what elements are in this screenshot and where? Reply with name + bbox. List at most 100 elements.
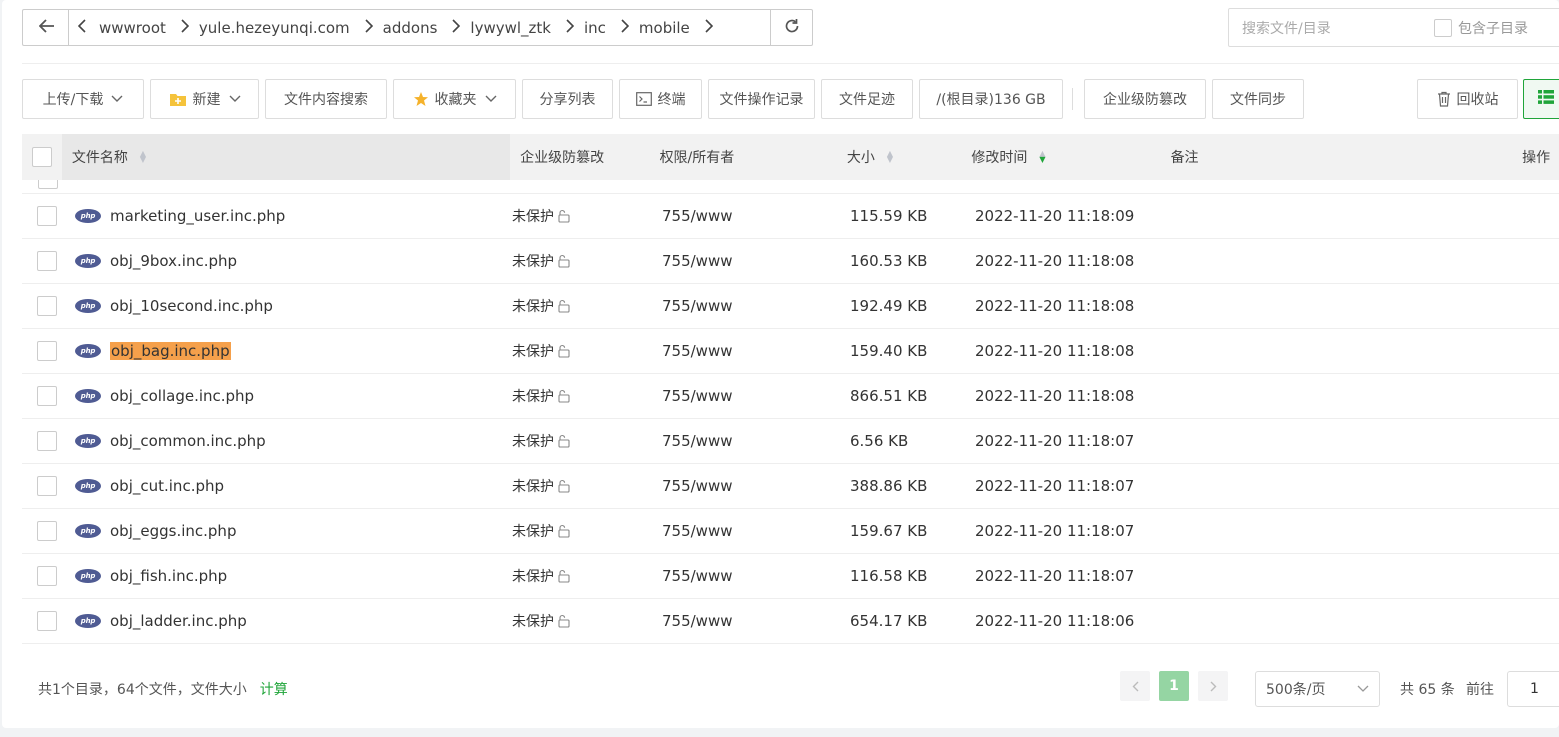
sort-desc-icon[interactable]: ▲ ▼ [1039,150,1045,164]
share-list-button[interactable]: 分享列表 [522,79,613,119]
file-name-cell[interactable]: php obj_collage.inc.php [72,387,512,405]
file-name-cell[interactable]: php obj_cut.inc.php [72,477,512,495]
row-checkbox[interactable] [37,341,57,361]
table-row[interactable]: php obj_ladder.inc.php 未保护 755/www 654.17 KB… [22,599,1559,644]
file-name[interactable]: obj_bag.inc.php [110,342,231,360]
sync-button[interactable]: 文件同步 [1212,79,1304,119]
protect-status[interactable]: 未保护 [512,386,662,406]
upload-download-button[interactable]: 上传/下载 [22,79,144,119]
permission-owner[interactable]: 755/www [662,297,850,315]
row-checkbox[interactable] [37,611,57,631]
search-input[interactable]: 搜索文件/目录 包含子目录 [1228,8,1559,47]
table-row[interactable]: php obj_eggs.inc.php 未保护 755/www 159.67 KB 20… [22,509,1559,554]
include-subdir-checkbox[interactable] [1434,18,1452,37]
breadcrumb-item[interactable]: addons [379,19,467,37]
file-name[interactable]: obj_common.inc.php [110,432,266,450]
footprint-button[interactable]: 文件足迹 [821,79,913,119]
row-checkbox[interactable] [37,296,57,316]
breadcrumb-item[interactable]: wwwroot [95,19,195,37]
protect-status[interactable]: 未保护 [512,476,662,496]
prev-page-button[interactable] [1120,671,1150,701]
file-name-cell[interactable]: php obj_ladder.inc.php [72,612,512,630]
file-name[interactable]: obj_collage.inc.php [110,387,254,405]
row-checkbox[interactable] [38,180,58,189]
page-number-button[interactable]: 1 [1159,671,1189,701]
list-view-button[interactable] [1523,79,1559,119]
recycle-bin-button[interactable]: 回收站 [1417,79,1518,119]
permission-owner[interactable]: 755/www [662,477,850,495]
select-all-checkbox[interactable] [31,147,52,167]
sort-icon[interactable]: ▲ ▼ [140,150,146,164]
file-name[interactable]: obj_10second.inc.php [110,297,273,315]
sort-icon[interactable]: ▲ ▼ [887,150,893,164]
header-mtime[interactable]: 修改时间 ▲ ▼ [971,147,1170,167]
row-checkbox[interactable] [37,476,57,496]
calc-size-link[interactable]: 计算 [260,679,288,699]
file-name-cell[interactable]: php obj_eggs.inc.php [72,522,512,540]
permission-owner[interactable]: 755/www [662,387,850,405]
breadcrumb-item[interactable]: inc [580,19,635,37]
permission-owner[interactable]: 755/www [662,342,850,360]
back-button[interactable] [22,9,70,46]
file-name[interactable]: obj_9box.inc.php [110,252,237,270]
breadcrumb-item[interactable]: lywywl_ztk [466,19,580,37]
next-page-button[interactable] [1198,671,1228,701]
file-name[interactable]: marketing_user.inc.php [110,207,285,225]
chevron-left-icon[interactable] [69,18,95,37]
breadcrumb-item[interactable]: mobile [635,19,719,37]
permission-owner[interactable]: 755/www [662,432,850,450]
file-name-cell[interactable]: php marketing_user.inc.php [72,207,512,225]
file-name-cell[interactable]: php obj_9box.inc.php [72,252,512,270]
protect-status[interactable]: 未保护 [512,206,662,226]
permission-owner[interactable]: 755/www [662,522,850,540]
file-name-cell[interactable]: php obj_fish.inc.php [72,567,512,585]
breadcrumb[interactable]: wwwroot yule.hezeyunqi.com addons lywywl_zt… [68,9,771,46]
file-name[interactable]: obj_fish.inc.php [110,567,227,585]
protect-status[interactable]: 未保护 [512,296,662,316]
op-log-button[interactable]: 文件操作记录 [708,79,815,119]
goto-page-input[interactable]: 1 [1507,671,1559,707]
table-row[interactable]: php marketing_user.inc.php 未保护 755/www 115.5… [22,194,1559,239]
protect-status[interactable]: 未保护 [512,251,662,271]
row-checkbox[interactable] [37,521,57,541]
file-name[interactable]: obj_eggs.inc.php [110,522,236,540]
row-checkbox[interactable] [37,386,57,406]
terminal-button[interactable]: 终端 [619,79,702,119]
table-row[interactable]: php obj_common.inc.php 未保护 755/www 6.56 KB 20… [22,419,1559,464]
page-size-select[interactable]: 500条/页 [1255,671,1380,707]
protect-status[interactable]: 未保护 [512,341,662,361]
row-checkbox[interactable] [37,251,57,271]
row-checkbox[interactable] [37,566,57,586]
table-row[interactable]: php obj_collage.inc.php 未保护 755/www 866.51 K… [22,374,1559,419]
permission-owner[interactable]: 755/www [662,252,850,270]
table-row[interactable]: php obj_10second.inc.php 未保护 755/www 192.49 … [22,284,1559,329]
header-name[interactable]: 文件名称 ▲ ▼ [61,134,511,180]
disk-button[interactable]: /(根目录)136 GB [919,79,1063,119]
table-row[interactable]: php obj_fish.inc.php 未保护 755/www 116.58 KB 20… [22,554,1559,599]
protect-status[interactable]: 未保护 [512,431,662,451]
file-name-cell[interactable]: php obj_bag.inc.php [72,342,512,360]
new-button[interactable]: 新建 [150,79,259,119]
tamper-button[interactable]: 企业级防篡改 [1084,79,1206,119]
row-checkbox[interactable] [37,431,57,451]
row-checkbox[interactable] [37,206,57,226]
file-name-cell[interactable]: php obj_common.inc.php [72,432,512,450]
php-file-icon: php [75,389,101,403]
permission-owner[interactable]: 755/www [662,207,850,225]
protect-status[interactable]: 未保护 [512,521,662,541]
permission-owner[interactable]: 755/www [662,612,850,630]
refresh-button[interactable] [770,9,813,46]
favorites-button[interactable]: 收藏夹 [393,79,516,119]
file-name[interactable]: obj_ladder.inc.php [110,612,247,630]
protect-status[interactable]: 未保护 [512,566,662,586]
table-row[interactable]: php obj_bag.inc.php 未保护 755/www 159.40 KB 202… [22,329,1559,374]
header-size[interactable]: 大小 ▲ ▼ [847,147,972,167]
file-name[interactable]: obj_cut.inc.php [110,477,224,495]
breadcrumb-item[interactable]: yule.hezeyunqi.com [195,19,379,37]
permission-owner[interactable]: 755/www [662,567,850,585]
file-name-cell[interactable]: php obj_10second.inc.php [72,297,512,315]
table-row[interactable]: php obj_9box.inc.php 未保护 755/www 160.53 KB 20… [22,239,1559,284]
content-search-button[interactable]: 文件内容搜索 [265,79,387,119]
protect-status[interactable]: 未保护 [512,611,662,631]
table-row[interactable]: php obj_cut.inc.php 未保护 755/www 388.86 KB 202… [22,464,1559,509]
